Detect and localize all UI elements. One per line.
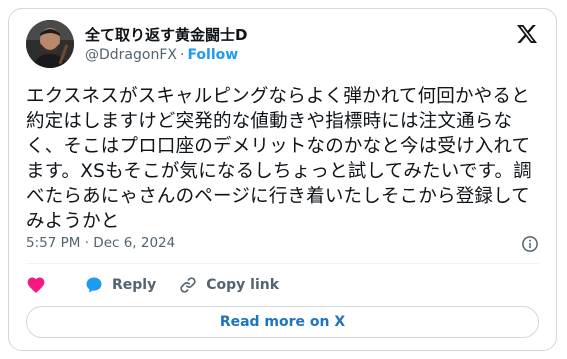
read-more-button[interactable]: Read more on X (26, 306, 539, 338)
author-handle-row: @DdragonFX · Follow (85, 47, 238, 63)
link-icon (180, 277, 196, 293)
reply-label: Reply (112, 277, 157, 293)
follow-button[interactable]: Follow (187, 47, 238, 63)
tweet-time: 5:57 PM (26, 235, 81, 251)
copy-link-label: Copy link (206, 277, 280, 293)
reply-button[interactable]: Reply (84, 275, 156, 295)
heart-icon (27, 277, 45, 293)
author-handle[interactable]: @DdragonFX (85, 47, 177, 63)
tweet-timestamp[interactable]: 5:57 PM · Dec 6, 2024 (26, 235, 175, 251)
read-more-label: Read more on X (219, 314, 346, 330)
handle-separator: · (179, 47, 185, 63)
like-button[interactable] (26, 275, 54, 295)
reply-bubble-icon (86, 277, 102, 293)
info-icon[interactable] (521, 235, 539, 253)
tweet-card: 全て取り返す黄金闘士D @DdragonFX · Follow エクスネスがスキャル… (8, 8, 557, 351)
avatar[interactable] (26, 20, 74, 68)
tweet-date: Dec 6, 2024 (93, 235, 176, 251)
action-bar: Reply Copy link (26, 273, 301, 297)
tweet-text: エクスネスがスキャルピングならよく弾かれて何回かやると約定はしますけど突発的な値… (26, 86, 532, 232)
divider (26, 263, 539, 264)
author-display-name[interactable]: 全て取り返す黄金闘士D (85, 24, 247, 45)
x-logo-icon[interactable] (515, 22, 539, 46)
copy-link-button[interactable]: Copy link (178, 275, 279, 295)
timestamp-separator: · (84, 235, 89, 251)
